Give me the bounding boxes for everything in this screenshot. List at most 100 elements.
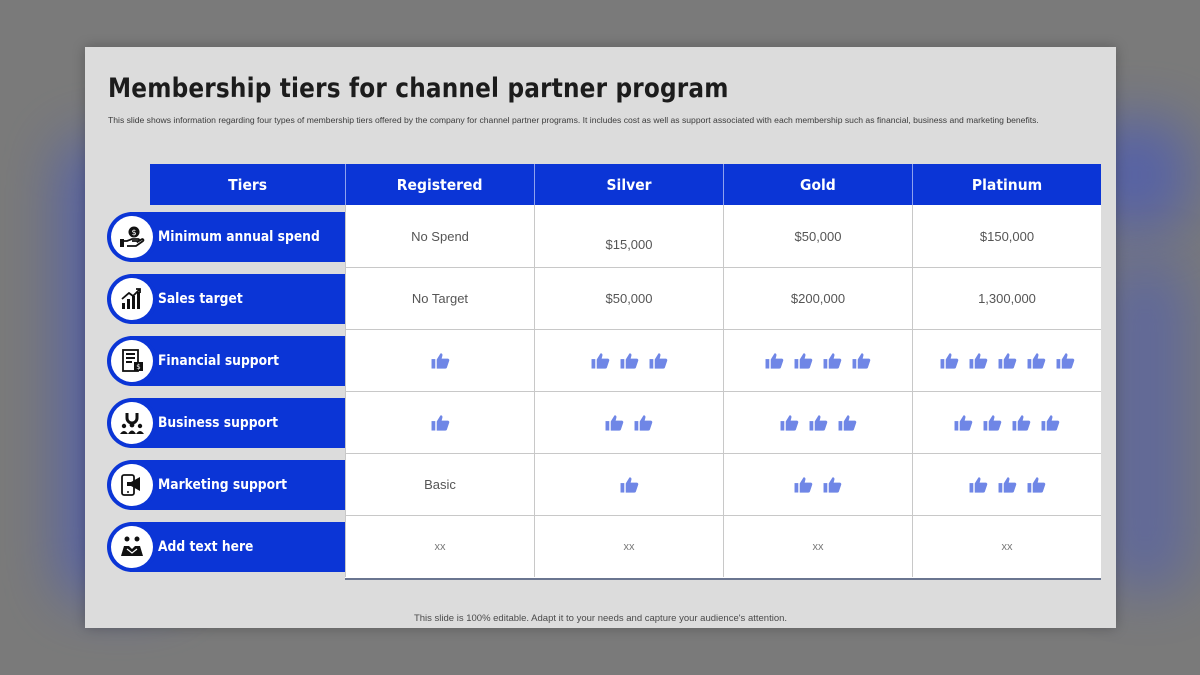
thumbs-rating [954, 414, 1060, 431]
row-icon-circle: $ [107, 212, 157, 262]
thumbs-up-icon [620, 353, 638, 369]
thumbs-up-icon [983, 415, 1002, 431]
cell-registered: Basic [345, 454, 534, 515]
cell-gold [723, 330, 912, 391]
cell-value: xx [812, 540, 824, 553]
thumbs-rating [605, 414, 653, 431]
cell-platinum: 1,300,000 [912, 268, 1101, 329]
row-icon-circle [107, 398, 157, 448]
thumbs-rating [969, 476, 1046, 493]
cell-silver [534, 454, 723, 515]
thumbs-up-icon [649, 353, 667, 369]
slide-title: Membership tiers for channel partner pro… [108, 73, 729, 104]
cell-platinum: xx [912, 516, 1101, 577]
slide: Membership tiers for channel partner pro… [85, 47, 1116, 628]
cell-value: $50,000 [794, 228, 842, 244]
invoice-icon: $ [111, 340, 153, 382]
cell-platinum [912, 330, 1101, 391]
cell-gold: $200,000 [723, 268, 912, 329]
row-label: Marketing support [107, 460, 345, 510]
cell-platinum: $150,000 [912, 205, 1101, 267]
cell-gold [723, 392, 912, 453]
thumbs-rating [620, 476, 639, 493]
cell-value: $150,000 [979, 228, 1035, 244]
cell-value: No Spend [411, 228, 469, 244]
thumbs-up-icon [823, 477, 842, 493]
cell-silver: $50,000 [534, 268, 723, 329]
cell-silver [534, 330, 723, 391]
cell-registered: No Spend [345, 205, 534, 267]
thumbs-up-icon [605, 415, 624, 431]
cell-value: xx [1001, 540, 1013, 553]
thumbs-up-icon [431, 415, 449, 431]
cell-value: xx [434, 540, 446, 553]
thumbs-up-icon [765, 353, 784, 369]
cell-platinum [912, 454, 1101, 515]
header-registered: Registered [345, 164, 534, 205]
cell-value: No Target [411, 291, 469, 306]
header-gold: Gold [723, 164, 912, 205]
table-row: No Spend $15,000 $50,000 $150,000 [345, 205, 1101, 267]
thumbs-up-icon [1027, 477, 1045, 493]
row-icon-circle [107, 460, 157, 510]
thumbs-up-icon [969, 353, 987, 369]
row-label-text: Financial support [158, 353, 280, 369]
thumbs-rating [431, 352, 450, 369]
table-header: Tiers Registered Silver Gold Platinum [150, 164, 1101, 205]
money-hand-icon: $ [111, 216, 153, 258]
cell-gold [723, 454, 912, 515]
cell-registered [345, 392, 534, 453]
table-row: Basic [345, 453, 1101, 515]
svg-text:$: $ [131, 228, 136, 237]
row-label-text: Add text here [158, 539, 254, 555]
cell-silver: xx [534, 516, 723, 577]
thumbs-up-icon [954, 415, 973, 431]
table-row [345, 329, 1101, 391]
thumbs-up-icon [1027, 353, 1045, 369]
svg-text:$: $ [136, 363, 140, 371]
thumbs-rating [780, 414, 857, 431]
header-silver: Silver [534, 164, 723, 205]
thumbs-up-icon [940, 353, 958, 369]
cell-silver: $15,000 [534, 205, 723, 267]
thumbs-rating [940, 352, 1075, 369]
row-label: $ Minimum annual spend [107, 212, 345, 262]
tier-table-body: No Spend $15,000 $50,000 $150,000 No Target $… [345, 205, 1101, 580]
row-label: $ Financial support [107, 336, 345, 386]
cell-value: xx [623, 540, 635, 553]
row-label-text: Sales target [158, 291, 243, 307]
thumbs-up-icon [998, 353, 1016, 369]
row-label-text: Business support [158, 415, 278, 431]
thumbs-rating [591, 352, 668, 369]
cell-value: $200,000 [790, 291, 846, 306]
row-label-text: Minimum annual spend [158, 229, 320, 245]
slide-description: This slide shows information regarding f… [108, 115, 1039, 125]
growth-chart-icon [111, 278, 153, 320]
cell-registered: xx [345, 516, 534, 577]
thumbs-up-icon [780, 415, 798, 431]
row-label: Sales target [107, 274, 345, 324]
thumbs-up-icon [998, 477, 1016, 493]
header-platinum: Platinum [912, 164, 1101, 205]
thumbs-rating [431, 414, 450, 431]
thumbs-rating [794, 476, 842, 493]
thumbs-up-icon [634, 415, 653, 431]
thumbs-up-icon [838, 415, 856, 431]
cell-gold: xx [723, 516, 912, 577]
cell-gold: $50,000 [723, 205, 912, 267]
cell-registered: No Target [345, 268, 534, 329]
thumbs-up-icon [1041, 415, 1060, 431]
row-label: Business support [107, 398, 345, 448]
thumbs-up-icon [431, 353, 449, 369]
cell-value: $15,000 [605, 236, 653, 252]
cell-platinum [912, 392, 1101, 453]
cell-registered [345, 330, 534, 391]
thumbs-up-icon [1056, 353, 1074, 369]
row-label-text: Marketing support [158, 477, 288, 493]
thumbs-up-icon [969, 477, 987, 493]
table-row [345, 391, 1101, 453]
table-row: xx xx xx xx [345, 515, 1101, 577]
thumbs-up-icon [794, 353, 813, 369]
table-row: No Target $50,000 $200,000 1,300,000 [345, 267, 1101, 329]
thumbs-rating [765, 352, 871, 369]
